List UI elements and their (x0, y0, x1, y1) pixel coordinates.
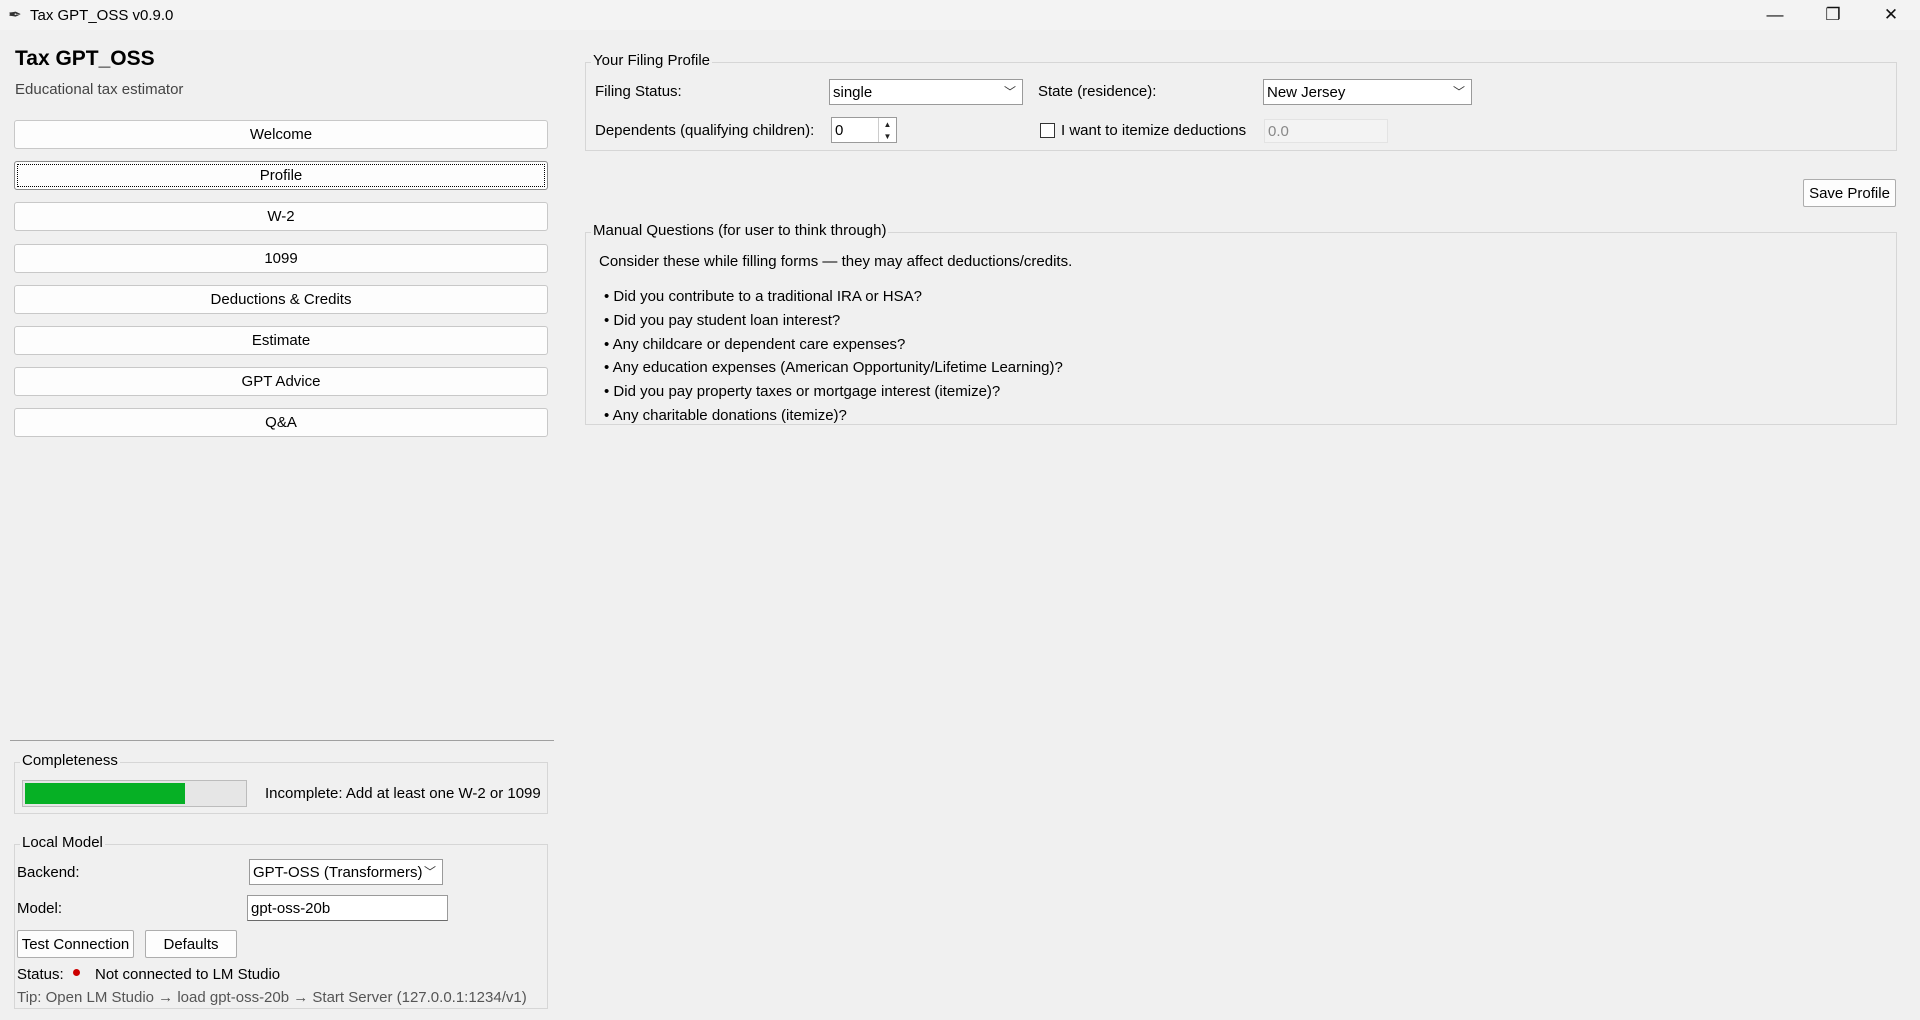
app-subtitle: Educational tax estimator (15, 81, 184, 98)
backend-value: GPT-OSS (Transformers) (253, 863, 423, 881)
dependents-spinbox[interactable]: 0 ▲ ▼ (831, 117, 897, 143)
state-select[interactable]: New Jersey ﹀ (1263, 79, 1472, 105)
spin-arrows: ▲ ▼ (878, 118, 896, 142)
model-label: Model: (17, 900, 63, 917)
chevron-down-icon: ﹀ (1003, 85, 1016, 99)
spin-down-icon[interactable]: ▼ (879, 130, 896, 142)
defaults-button[interactable]: Defaults (145, 930, 237, 958)
completeness-message: Incomplete: Add at least one W-2 or 1099 (265, 785, 541, 802)
status-indicator-icon (73, 969, 80, 976)
filing-status-select[interactable]: single ﹀ (829, 79, 1023, 105)
filing-status-value: single (833, 83, 873, 101)
completeness-title: Completeness (20, 752, 120, 769)
completeness-progress-bar (22, 780, 247, 807)
save-profile-button[interactable]: Save Profile (1803, 179, 1896, 207)
sidebar-item-qa[interactable]: Q&A (14, 408, 548, 437)
sidebar-item-estimate[interactable]: Estimate (14, 326, 548, 355)
list-item: • Any charitable donations (itemize)? (604, 406, 847, 424)
dependents-label: Dependents (qualifying children): (595, 122, 815, 139)
sidebar-item-w2[interactable]: W-2 (14, 202, 548, 231)
itemize-label: I want to itemize deductions (1061, 122, 1247, 139)
close-icon[interactable]: ✕ (1862, 0, 1920, 30)
list-item: • Did you pay student loan interest? (604, 311, 841, 329)
manual-questions-list: • Did you contribute to a traditional IR… (604, 285, 1063, 428)
filing-profile-title: Your Filing Profile (591, 52, 713, 69)
connection-tip: Tip: Open LM Studio → load gpt-oss-20b →… (17, 989, 527, 1006)
maximize-icon[interactable]: ❐ (1804, 0, 1862, 30)
list-item: • Did you contribute to a traditional IR… (604, 288, 922, 305)
app-title: Tax GPT_OSS (15, 47, 155, 70)
itemize-amount-input[interactable]: 0.0 (1264, 119, 1388, 143)
list-item: • Did you pay property taxes or mortgage… (604, 383, 1001, 401)
manual-questions-intro: Consider these while filling forms — the… (599, 253, 1073, 270)
backend-select[interactable]: GPT-OSS (Transformers) ﹀ (249, 859, 443, 885)
backend-label: Backend: (17, 864, 80, 881)
title-bar: ✒ Tax GPT_OSS v0.9.0 — ❐ ✕ (0, 0, 1920, 30)
window-controls: — ❐ ✕ (1746, 0, 1920, 30)
test-connection-button[interactable]: Test Connection (17, 930, 134, 958)
dependents-value: 0 (835, 121, 844, 139)
sidebar-separator (10, 740, 554, 741)
manual-questions-title: Manual Questions (for user to think thro… (591, 222, 889, 239)
spin-up-icon[interactable]: ▲ (879, 118, 896, 130)
sidebar-item-gpt-advice[interactable]: GPT Advice (14, 367, 548, 396)
model-input[interactable]: gpt-oss-20b (247, 895, 448, 921)
sidebar-item-profile[interactable]: Profile (14, 161, 548, 190)
chevron-down-icon: ﹀ (1452, 85, 1465, 99)
status-text: Not connected to LM Studio (95, 966, 281, 983)
filing-status-label: Filing Status: (595, 83, 682, 100)
list-item: • Any childcare or dependent care expens… (604, 335, 906, 353)
minimize-icon[interactable]: — (1746, 0, 1804, 30)
state-label: State (residence): (1038, 83, 1157, 100)
list-item: • Any education expenses (American Oppor… (604, 359, 1063, 377)
local-model-title: Local Model (20, 834, 105, 851)
feather-icon: ✒ (8, 7, 22, 24)
window-title: Tax GPT_OSS v0.9.0 (30, 6, 174, 24)
sidebar-item-1099[interactable]: 1099 (14, 244, 548, 273)
completeness-progress-fill (25, 783, 185, 804)
chevron-down-icon: ﹀ (423, 865, 436, 879)
sidebar-item-welcome[interactable]: Welcome (14, 120, 548, 149)
itemize-checkbox[interactable] (1040, 123, 1055, 138)
status-label: Status: (17, 966, 64, 983)
state-value: New Jersey (1267, 83, 1346, 101)
sidebar-item-deductions-credits[interactable]: Deductions & Credits (14, 285, 548, 314)
